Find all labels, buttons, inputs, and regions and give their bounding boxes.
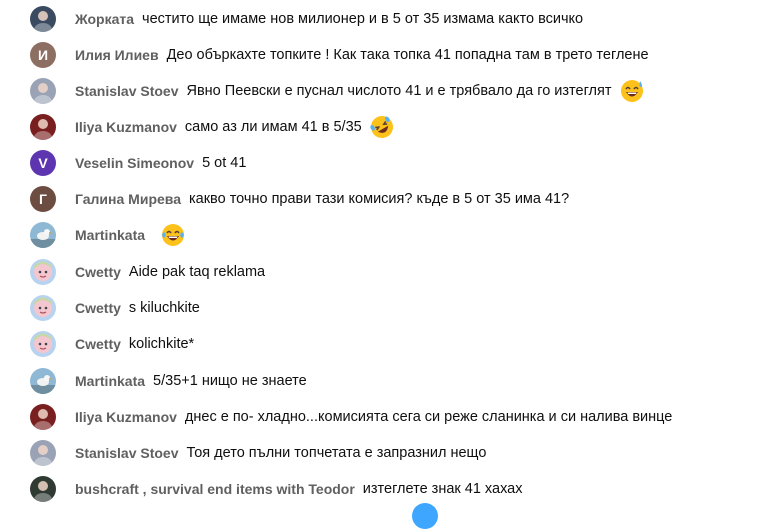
author-name[interactable]: Cwetty — [75, 336, 121, 352]
message-line: Cwetty kolichkite* — [75, 329, 194, 359]
message-line: Cwetty Aide pak taq reklama — [75, 257, 265, 287]
author-name[interactable]: bushcraft , survival end items with Teod… — [75, 481, 355, 497]
message-line: Stanislav Stoev Явно Пеевски е пуснал чис… — [75, 76, 645, 106]
chat-message: И Илия Илиев Део объркахте топките ! Как т… — [0, 40, 760, 70]
letter-avatar[interactable]: И — [30, 42, 56, 68]
message-line: bushcraft , survival end items with Teod… — [75, 474, 522, 504]
author-name[interactable]: Cwetty — [75, 264, 121, 280]
message-text: Део объркахте топките ! Как така топка 4… — [166, 47, 649, 63]
chat-message: Stanislav Stoev Явно Пеевски е пуснал чис… — [0, 76, 760, 106]
author-name[interactable]: Iliya Kuzmanov — [75, 409, 177, 425]
message-text: какво точно прави тази комисия? къде в 5… — [188, 191, 570, 207]
message-line: Жорката честито ще имаме нов милионер и в… — [75, 4, 583, 34]
chat-message: Cwetty Aide pak taq reklama — [0, 257, 760, 287]
message-text: Aide pak taq reklama — [128, 264, 266, 280]
message-line: Stanislav Stoev Тоя дето пълни топчетата … — [75, 438, 486, 468]
message-text: 5 ot 41 — [202, 155, 247, 171]
author-name[interactable]: Cwetty — [75, 300, 121, 316]
letter-avatar[interactable]: V — [30, 150, 56, 176]
message-line: Iliya Kuzmanov днес е по- хладно...комиси… — [75, 402, 672, 432]
cartoon-avatar[interactable] — [30, 259, 56, 285]
scroll-to-bottom-button[interactable] — [412, 503, 438, 529]
author-name[interactable]: Martinkata — [75, 227, 145, 243]
chat-message: Iliya Kuzmanov само аз ли имам 41 в 5/35 — [0, 112, 760, 142]
letter-avatar[interactable]: Г — [30, 186, 56, 212]
author-name[interactable]: Stanislav Stoev — [75, 445, 179, 461]
chat-message: V Veselin Simeonov 5 ot 41 — [0, 148, 760, 178]
chat-message: Cwetty s kiluchkite — [0, 293, 760, 323]
author-name[interactable]: Iliya Kuzmanov — [75, 119, 177, 135]
person-photo-avatar[interactable] — [30, 404, 56, 430]
cartoon-avatar[interactable] — [30, 295, 56, 321]
chat-message: Stanislav Stoev Тоя дето пълни топчетата … — [0, 438, 760, 468]
message-text: Явно Пеевски е пуснал числото 41 и е тря… — [186, 83, 612, 99]
message-line: Галина Мирева какво точно прави тази коми… — [75, 184, 569, 214]
message-text: изтеглете знак 41 хахах — [362, 481, 523, 497]
message-text: s kiluchkite — [128, 300, 200, 316]
cartoon-avatar[interactable] — [30, 331, 56, 357]
author-name[interactable]: Илия Илиев — [75, 47, 159, 63]
person-photo-avatar[interactable] — [30, 114, 56, 140]
person-photo-avatar[interactable] — [30, 440, 56, 466]
author-name[interactable]: Жорката — [75, 11, 134, 27]
chat-message: Cwetty kolichkite* — [0, 329, 760, 359]
chat-message: bushcraft , survival end items with Teod… — [0, 474, 760, 504]
message-text: 5/35+1 нищо не знаете — [153, 373, 307, 389]
seagull-photo-avatar[interactable] — [30, 368, 56, 394]
message-line: Cwetty s kiluchkite — [75, 293, 200, 323]
person-photo-avatar[interactable] — [30, 78, 56, 104]
grinning-sweat-emoji — [620, 80, 643, 102]
message-text: днес е по- хладно...комисията сега си ре… — [184, 409, 673, 425]
message-text: kolichkite* — [128, 336, 195, 352]
message-text: честито ще имаме нов милионер и в 5 от 3… — [142, 11, 584, 27]
seagull-photo-avatar[interactable] — [30, 222, 56, 248]
author-name[interactable]: Martinkata — [75, 373, 145, 389]
message-text: Тоя дето пълни топчетата е запразнил нещ… — [186, 445, 487, 461]
message-line: Илия Илиев Део объркахте топките ! Как та… — [75, 40, 649, 70]
author-name[interactable]: Галина Мирева — [75, 191, 181, 207]
rolling-laughing-emoji — [370, 115, 393, 138]
person-photo-avatar[interactable] — [30, 476, 56, 502]
live-chat-message-list: Жорката честито ще имаме нов милионер и в… — [0, 0, 768, 508]
message-text: само аз ли имам 41 в 5/35 — [184, 119, 362, 135]
chat-message: Жорката честито ще имаме нов милионер и в… — [0, 4, 760, 34]
message-line: Iliya Kuzmanov само аз ли имам 41 в 5/35 — [75, 112, 395, 142]
author-name[interactable]: Stanislav Stoev — [75, 83, 179, 99]
chat-message: Г Галина Мирева какво точно прави тази ком… — [0, 184, 760, 214]
laughing-emoji — [162, 224, 185, 246]
message-line: Martinkata 5/35+1 нищо не знаете — [75, 366, 307, 396]
message-line: Martinkata — [75, 220, 186, 250]
message-line: Veselin Simeonov 5 ot 41 — [75, 148, 246, 178]
author-name[interactable]: Veselin Simeonov — [75, 155, 194, 171]
person-photo-avatar[interactable] — [30, 6, 56, 32]
chat-message: Martinkata — [0, 220, 760, 250]
chat-message: Martinkata 5/35+1 нищо не знаете — [0, 366, 760, 396]
chat-message: Iliya Kuzmanov днес е по- хладно...комиси… — [0, 402, 760, 432]
